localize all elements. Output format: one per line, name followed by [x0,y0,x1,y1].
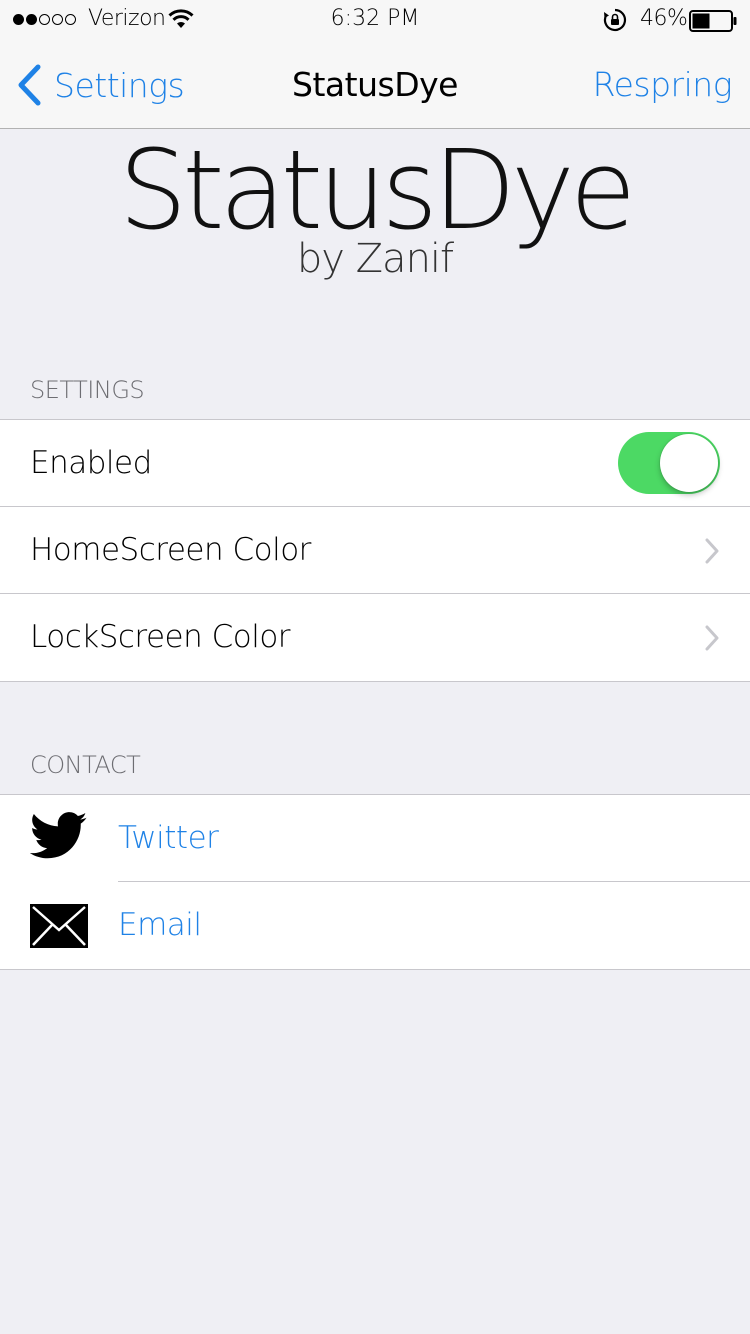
homescreen-color-label: HomeScreen Color [30,532,311,568]
tweak-logo-title: StatusDye [118,126,636,254]
contact-section-header: CONTACT [30,751,141,779]
envelope-icon [30,904,88,948]
twitter-bird-icon [30,812,88,859]
tweak-logo-subtitle: by Zanif [296,236,454,282]
lockscreen-color-cell[interactable]: LockScreen Color [0,593,750,681]
toggle-knob [660,434,718,492]
contact-group: Twitter Email [0,794,750,970]
navigation-bar: Settings StatusDye Respring [0,40,750,129]
chevron-right-icon [705,538,719,564]
homescreen-color-cell[interactable]: HomeScreen Color [0,506,750,594]
email-cell[interactable]: Email [0,881,750,969]
twitter-cell[interactable]: Twitter [0,795,750,882]
settings-section-header: SETTINGS [30,376,145,404]
chevron-right-icon [705,625,719,651]
battery-percentage: 46% [640,6,688,31]
enabled-cell: Enabled [0,420,750,507]
enabled-label: Enabled [30,445,152,481]
clock: 6:32 PM [330,6,420,31]
status-bar: Verizon 6:32 PM 46% [0,0,750,40]
rotation-lock-icon [603,8,627,32]
email-link[interactable]: Email [118,907,202,943]
respring-button[interactable]: Respring [593,65,733,104]
battery-icon [689,10,737,32]
enabled-toggle[interactable] [618,432,720,494]
lockscreen-color-label: LockScreen Color [30,619,291,655]
twitter-link[interactable]: Twitter [118,820,219,856]
settings-group: Enabled HomeScreen Color LockScreen Colo… [0,419,750,682]
